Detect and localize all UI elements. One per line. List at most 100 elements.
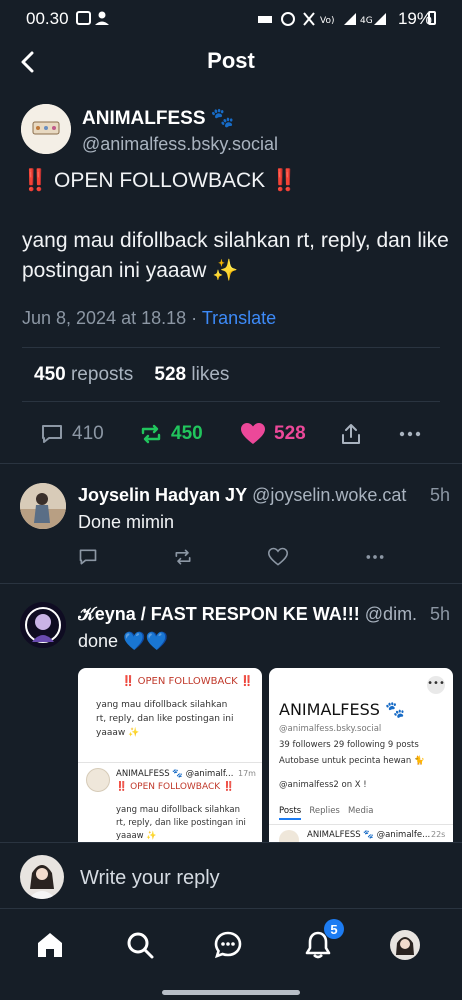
reply-input[interactable]: Write your reply [80, 867, 220, 890]
reply-text: Done mimin [78, 512, 175, 532]
svg-text:4G: 4G [360, 16, 373, 26]
reply-avatar[interactable] [20, 483, 66, 529]
embed-posts: 9 posts [387, 740, 419, 750]
reply-handle: @joyselin.woke.cat [252, 485, 407, 505]
reply-button[interactable]: 410 [40, 418, 104, 450]
notification-badge: 5 [324, 919, 344, 939]
comment-icon [79, 549, 97, 565]
reply-count: 410 [72, 423, 104, 444]
embed-line: yaaaw ✨ [96, 728, 140, 738]
embed-tab-replies: Replies [309, 806, 340, 816]
reply-composer[interactable]: Write your reply [0, 842, 462, 908]
user-photo [20, 483, 66, 529]
embed-line: rt, reply, dan like postingan ini [116, 818, 246, 828]
my-avatar [20, 855, 64, 899]
comment-icon [42, 425, 62, 443]
more-options-button[interactable] [398, 418, 422, 450]
share-icon [342, 424, 360, 444]
separator [0, 463, 462, 464]
post-date: Jun 8, 2024 at 18.18 [22, 308, 187, 328]
search-icon [127, 932, 154, 959]
divider [22, 347, 440, 348]
repost-icon [175, 549, 191, 565]
embed-profile-title: ANIMALFESS 🐾 [279, 700, 405, 719]
embed-time: 17m [238, 769, 256, 778]
embed-line: yang mau difollback silahkan [96, 700, 228, 710]
reposts-label[interactable]: reposts [71, 364, 133, 385]
embed-preview-author: ANIMALFESS 🐾 @animalfe... [307, 830, 431, 840]
author-display-name[interactable]: ANIMALFESS 🐾 [82, 106, 234, 130]
embed-line: yang mau difollback silahkan [116, 805, 240, 815]
reply-button[interactable] [78, 545, 98, 569]
animalfess-logo [21, 104, 71, 154]
reply-time: 5h [429, 604, 450, 624]
chat-icon [214, 931, 242, 959]
likes-label[interactable]: likes [191, 364, 229, 385]
reply-author[interactable]: 𝒦eyna / FAST RESPON KE WA!!! @dim... [78, 604, 416, 625]
embed-body: yang mau difollback silahkan rt, reply, … [96, 698, 233, 740]
share-button[interactable] [339, 418, 363, 450]
embed-following: 29 following [333, 740, 386, 750]
battery-level: 19% [397, 9, 432, 28]
embed-avatar [86, 768, 110, 792]
embed-headline: ‼️ OPEN FOLLOWBACK ‼️ [122, 676, 254, 687]
post-meta: Jun 8, 2024 at 18.18 · Translate [22, 308, 277, 328]
gesture-bar[interactable] [162, 990, 300, 995]
reply-time: 5h [429, 485, 450, 505]
nav-home[interactable] [30, 925, 70, 965]
user-photo [20, 602, 66, 648]
author-handle[interactable]: @animalfess.bsky.social [82, 134, 278, 155]
bottom-nav: 5 [0, 908, 462, 1000]
attached-image-2[interactable]: ••• ANIMALFESS 🐾 @animalfess.bsky.social… [269, 668, 453, 842]
page-title: Post [207, 48, 255, 73]
more-options-button[interactable] [364, 545, 386, 569]
heart-outline-icon [268, 547, 288, 566]
reply-avatar[interactable] [20, 602, 66, 648]
status-time: 00.30 [26, 9, 69, 28]
author-avatar[interactable] [21, 104, 71, 154]
header: Post [0, 38, 462, 86]
status-icons-right: Vo) 4G [256, 10, 386, 33]
embed-profile-bio: Autobase untuk pecinta hewan 🐈 [279, 756, 425, 766]
embed-tab-posts: Posts [279, 806, 302, 820]
translate-link[interactable]: Translate [202, 308, 276, 328]
ellipsis-icon [399, 431, 421, 437]
embed-profile-link: @animalfess2 on X ! [279, 780, 367, 790]
embed-author: ANIMALFESS 🐾 @animalf... [116, 769, 234, 779]
reply-display-name: 𝒦eyna / FAST RESPON KE WA!!! [78, 604, 360, 624]
likes-count[interactable]: 528 [154, 364, 186, 385]
embed-profile-stats: 39 followers 29 following 9 posts [279, 740, 419, 750]
battery-icon [428, 11, 436, 25]
reposts-count[interactable]: 450 [34, 364, 66, 385]
status-bar: 00.30 Vo) 4G 19% [0, 0, 462, 38]
embed-quote-body: yang mau difollback silahkan rt, reply, … [116, 804, 246, 842]
repost-button[interactable]: 450 [139, 418, 203, 450]
embed-line: rt, reply, dan like postingan ini [96, 714, 234, 724]
repost-icon [141, 424, 161, 444]
embed-profile-tabs: Posts Replies Media [279, 806, 374, 820]
nav-search[interactable] [120, 925, 160, 965]
repost-count: 450 [171, 423, 203, 444]
nav-chat[interactable] [208, 925, 248, 965]
nav-profile[interactable] [385, 925, 425, 965]
divider [22, 401, 440, 402]
repost-button[interactable] [173, 545, 193, 569]
post-actions: 410 450 528 [0, 418, 462, 450]
embed-followers: 39 followers [279, 740, 331, 750]
divider [269, 824, 453, 825]
attached-image-1[interactable]: ‼️ OPEN FOLLOWBACK ‼️ yang mau difollbac… [78, 668, 262, 842]
status-icons-left [76, 9, 112, 32]
post-text: ‼️ OPEN FOLLOWBACK ‼️ yang mau difollbac… [22, 169, 449, 282]
home-icon [38, 933, 62, 957]
svg-text:Vo): Vo) [320, 16, 334, 26]
reply-author[interactable]: Joyselin Hadyan JY @joyselin.woke.cat [78, 485, 418, 506]
nav-notifications[interactable]: 5 [298, 919, 344, 965]
embed-avatar [279, 830, 299, 842]
like-button[interactable]: 528 [240, 418, 306, 450]
profile-avatar [390, 930, 420, 960]
ellipsis-icon: ••• [427, 676, 445, 694]
reply-display-name: Joyselin Hadyan JY [78, 485, 248, 505]
embed-profile-handle: @animalfess.bsky.social [279, 724, 382, 734]
embed-preview-time: 22s [431, 830, 446, 839]
like-button[interactable] [268, 545, 288, 569]
